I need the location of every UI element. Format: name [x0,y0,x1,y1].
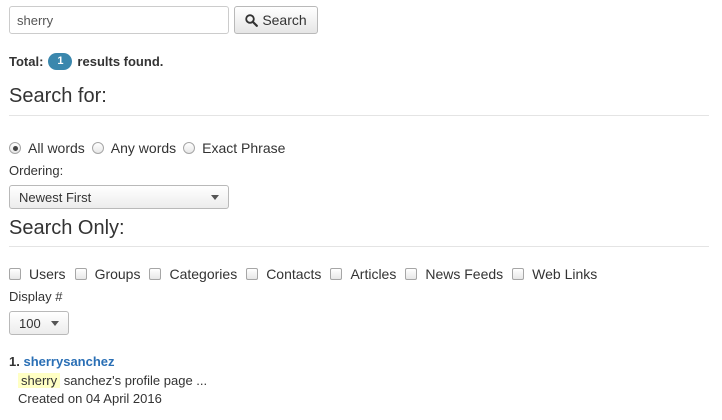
display-count-selected-value: 100 [19,315,41,331]
checkbox-news-feeds[interactable] [405,268,418,280]
divider [9,246,709,247]
chevron-down-icon [51,321,59,326]
result-highlight: sherry [18,373,61,388]
ordering-selected-value: Newest First [19,189,92,205]
search-phrase-options: All words Any words Exact Phrase [9,139,292,157]
radio-any-words[interactable] [91,142,104,154]
checkbox-web-links[interactable] [512,268,525,280]
checkbox-news-feeds-label[interactable]: News Feeds [425,266,503,282]
result-created-date: Created on 04 April 2016 [18,391,162,406]
search-button[interactable]: Search [234,6,318,34]
search-only-heading: Search Only: [9,217,125,239]
checkbox-groups-label[interactable]: Groups [95,266,141,282]
ordering-label: Ordering: [9,163,64,178]
radio-exact-phrase-label[interactable]: Exact Phrase [202,140,285,156]
search-areas: Users Groups Categories Contacts Article… [9,265,606,283]
result-link[interactable]: sherrysanchez [23,354,114,369]
ordering-select[interactable]: Newest First [9,185,229,209]
results-count-badge: 1 [48,52,73,70]
result-title: 1. sherrysanchez [9,354,115,369]
checkbox-categories-label[interactable]: Categories [169,266,237,282]
result-number: 1. [9,354,20,369]
total-suffix: results found. [77,53,164,69]
checkbox-users[interactable] [9,268,21,280]
checkbox-users-label[interactable]: Users [29,266,66,282]
checkbox-contacts-label[interactable]: Contacts [266,266,321,282]
checkbox-categories[interactable] [149,268,162,280]
checkbox-contacts[interactable] [246,268,259,280]
radio-any-words-label[interactable]: Any words [111,140,176,156]
display-count-label: Display # [9,289,63,304]
checkbox-articles-label[interactable]: Articles [350,266,396,282]
divider [9,115,709,116]
results-total: Total: 1 results found. [9,52,163,70]
checkbox-articles[interactable] [330,268,343,280]
search-input[interactable] [9,6,229,34]
total-prefix: Total: [9,53,44,69]
result-snippet: sherry sanchez's profile page ... [18,373,207,388]
result-snippet-text: sanchez's profile page ... [60,373,208,388]
search-page: Search Total: 1 results found. Search fo… [0,0,722,420]
search-icon [245,13,259,27]
search-button-label: Search [262,12,307,28]
radio-all-words-label[interactable]: All words [28,140,85,156]
radio-all-words[interactable] [9,142,21,154]
radio-exact-phrase[interactable] [183,142,196,154]
checkbox-web-links-label[interactable]: Web Links [532,266,597,282]
display-count-select[interactable]: 100 [9,311,69,335]
search-for-heading: Search for: [9,85,107,107]
checkbox-groups[interactable] [74,268,87,280]
chevron-down-icon [211,195,219,200]
